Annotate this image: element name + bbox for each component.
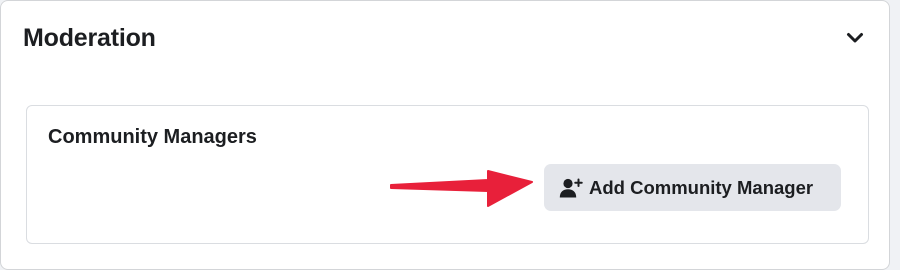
add-person-icon [559, 176, 583, 200]
red-arrow-icon [390, 170, 533, 207]
section-title: Moderation [23, 24, 156, 52]
moderation-panel: Moderation Community Managers Add Commun… [0, 0, 890, 270]
add-button-label: Add Community Manager [589, 176, 814, 198]
add-community-manager-button[interactable]: Add Community Manager [544, 164, 841, 211]
card-title: Community Managers [48, 126, 257, 148]
chevron-down-icon [847, 33, 863, 43]
collapse-button[interactable] [838, 21, 872, 55]
